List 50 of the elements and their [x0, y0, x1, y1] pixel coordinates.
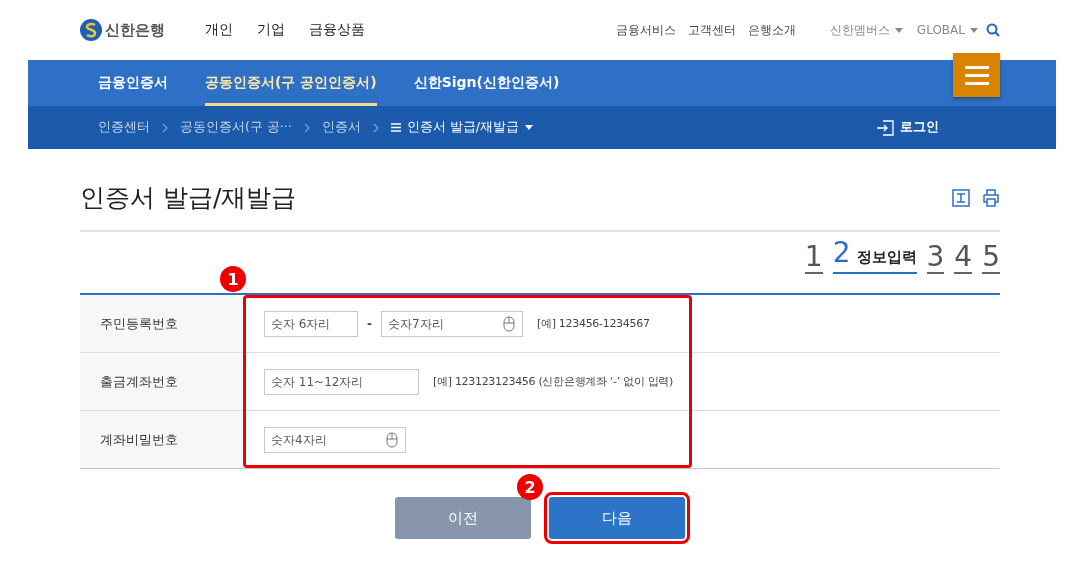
util-link[interactable]: 금융서비스	[615, 21, 676, 39]
step-indicator: 1	[804, 242, 823, 274]
page-title: 인증서 발급/재발급	[80, 182, 298, 214]
text-size-icon[interactable]	[952, 188, 970, 207]
step-indicator: 4	[954, 242, 973, 274]
chevron-icon	[303, 122, 310, 133]
field-label: 주민등록번호	[80, 295, 243, 352]
util-link[interactable]: 고객센터	[687, 21, 736, 39]
hint-text: [예] 123456-1234567	[537, 316, 650, 331]
menu-icon	[390, 123, 401, 132]
step-badge: 1	[220, 266, 246, 292]
breadcrumb-current[interactable]: 인증서 발급/재발급	[390, 119, 533, 136]
caret-icon	[894, 27, 903, 33]
caret-icon	[524, 125, 533, 130]
nav-tab[interactable]: 신한Sign(신한인증서)	[413, 60, 560, 106]
step-badge: 2	[517, 474, 543, 500]
logo-icon	[80, 19, 102, 41]
dropdown-link[interactable]: 신한멤버스	[829, 21, 903, 39]
menu-button[interactable]	[953, 53, 1000, 97]
hint-text: [예] 123123123456 (신한은행계좌 ‘-’ 없이 입력)	[433, 374, 674, 389]
nav-link[interactable]: 개인	[205, 21, 233, 39]
mouse-icon[interactable]	[386, 431, 398, 448]
dropdown-link[interactable]: GLOBAL	[916, 23, 978, 37]
nav-tab[interactable]: 금융인증서	[98, 60, 168, 106]
nav-link[interactable]: 금융상품	[309, 21, 365, 39]
field-label: 계좌비밀번호	[80, 411, 243, 468]
field-label: 출금계좌번호	[80, 353, 243, 410]
input-field[interactable]: 숫자7자리	[381, 310, 523, 337]
input-field[interactable]: 숫자 6자리	[264, 310, 358, 337]
chevron-icon	[372, 122, 379, 133]
breadcrumb-link[interactable]: 공동인증서(구 공···	[180, 119, 292, 136]
input-field[interactable]: 숫자4자리	[264, 426, 406, 453]
nav-link[interactable]: 기업	[257, 21, 285, 39]
input-field[interactable]: 숫자 11~12자리	[264, 368, 419, 395]
mouse-icon[interactable]	[503, 315, 515, 332]
breadcrumb-link[interactable]: 인증서	[321, 119, 361, 136]
login-link[interactable]: 로그인	[876, 119, 939, 136]
caret-icon	[970, 27, 978, 33]
breadcrumb-link[interactable]: 인증센터	[98, 119, 150, 136]
separator-text: -	[367, 316, 372, 331]
print-icon[interactable]	[982, 188, 1000, 207]
step-indicator: 3	[926, 242, 945, 274]
logo-text: 신한은행	[105, 20, 165, 40]
step-indicator: 5	[982, 242, 1000, 274]
chevron-icon	[162, 122, 168, 133]
step-indicator: 2 정보입력	[832, 238, 917, 274]
util-link[interactable]: 은행소개	[747, 21, 796, 39]
search-icon[interactable]	[986, 23, 1000, 37]
prev-button[interactable]: 이전	[395, 497, 531, 539]
login-icon	[876, 119, 894, 136]
